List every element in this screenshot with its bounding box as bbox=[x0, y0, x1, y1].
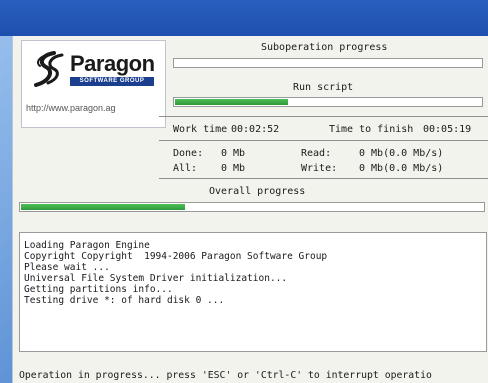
log-line: Loading Paragon Engine bbox=[24, 240, 150, 251]
work-time-label: Work time bbox=[173, 124, 228, 135]
write-label: Write: bbox=[301, 163, 338, 174]
all-label: All: bbox=[173, 163, 198, 174]
log-line: Getting partitions info... bbox=[24, 284, 173, 295]
read-label: Read: bbox=[301, 148, 332, 159]
write-value: 0 Mb(0.0 Mb/s) bbox=[359, 163, 444, 174]
paragon-logo-icon bbox=[34, 51, 64, 87]
current-task-progress-bar bbox=[173, 97, 483, 107]
done-value: 0 Mb bbox=[221, 148, 246, 159]
overall-progress-bar bbox=[19, 202, 485, 212]
divider bbox=[159, 116, 488, 117]
done-label: Done: bbox=[173, 148, 204, 159]
log-line: Copyright Copyright 1994-2006 Paragon So… bbox=[24, 251, 328, 262]
current-task-label: Run script bbox=[293, 82, 354, 93]
brand-url: http://www.paragon.ag bbox=[26, 103, 116, 113]
all-value: 0 Mb bbox=[221, 163, 246, 174]
log-line: Please wait ... bbox=[24, 262, 110, 273]
brand-logo: Paragon SOFTWARE GROUP http://www.parago… bbox=[21, 40, 166, 128]
overall-progress-fill bbox=[21, 204, 185, 210]
divider bbox=[159, 140, 488, 141]
divider bbox=[159, 178, 488, 179]
log-output[interactable]: Loading Paragon Engine Copyright Copyrig… bbox=[19, 232, 487, 352]
suboperation-progress-bar bbox=[173, 58, 483, 68]
work-time-value: 00:02:52 bbox=[231, 124, 280, 135]
log-line: Testing drive *: of hard disk 0 ... bbox=[24, 295, 225, 306]
brand-subtitle: SOFTWARE GROUP bbox=[70, 77, 154, 86]
status-message: Operation in progress... press 'ESC' or … bbox=[19, 370, 432, 381]
time-to-finish-label: Time to finish bbox=[329, 124, 414, 135]
current-task-progress-fill bbox=[175, 99, 289, 105]
title-bar bbox=[0, 0, 488, 36]
suboperation-label: Suboperation progress bbox=[261, 42, 388, 53]
read-value: 0 Mb(0.0 Mb/s) bbox=[359, 148, 444, 159]
progress-window: Paragon SOFTWARE GROUP http://www.parago… bbox=[12, 36, 488, 383]
brand-name: Paragon bbox=[70, 51, 155, 76]
overall-progress-label: Overall progress bbox=[209, 186, 306, 197]
log-line: Universal File System Driver initializat… bbox=[24, 273, 288, 284]
time-to-finish-value: 00:05:19 bbox=[423, 124, 472, 135]
